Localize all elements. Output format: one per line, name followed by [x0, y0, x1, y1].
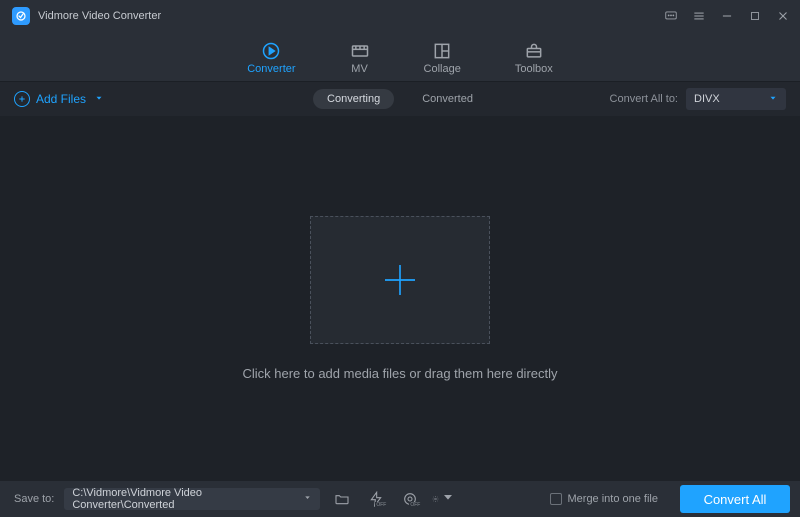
main-area: Click here to add media files or drag th… — [0, 116, 800, 481]
plus-circle-icon — [14, 91, 30, 107]
bottombar: Save to: C:\Vidmore\Vidmore Video Conver… — [0, 481, 800, 517]
status-segment: Converting Converted — [313, 89, 487, 109]
titlebar-right — [664, 9, 790, 23]
chevron-down-icon — [303, 493, 312, 505]
minimize-button[interactable] — [720, 9, 734, 23]
chevron-down-icon — [94, 92, 104, 106]
titlebar: Vidmore Video Converter — [0, 0, 800, 32]
open-folder-button[interactable] — [330, 488, 354, 510]
tab-collage-label: Collage — [424, 63, 461, 75]
titlebar-left: Vidmore Video Converter — [12, 7, 161, 25]
format-selected-value: DIVX — [694, 93, 720, 105]
chevron-down-icon — [768, 93, 778, 106]
menu-icon[interactable] — [692, 9, 706, 23]
chevron-down-icon — [440, 489, 456, 510]
merge-label: Merge into one file — [568, 493, 659, 505]
save-path-value: C:\Vidmore\Vidmore Video Converter\Conve… — [72, 487, 303, 511]
save-path-select[interactable]: C:\Vidmore\Vidmore Video Converter\Conve… — [64, 488, 320, 510]
convert-all-to: Convert All to: DIVX — [610, 88, 786, 110]
hardware-accel-button[interactable]: OFF — [364, 488, 388, 510]
converter-icon — [261, 41, 281, 61]
app-title: Vidmore Video Converter — [38, 10, 161, 22]
tab-converter[interactable]: Converter — [247, 39, 295, 75]
merge-checkbox[interactable]: Merge into one file — [550, 493, 659, 505]
add-files-button[interactable]: Add Files — [14, 91, 104, 107]
add-files-label: Add Files — [36, 92, 86, 106]
tab-mv-label: MV — [351, 63, 368, 75]
close-button[interactable] — [776, 9, 790, 23]
checkbox-icon — [550, 493, 562, 505]
subbar: Add Files Converting Converted Convert A… — [0, 82, 800, 116]
top-tabs: Converter MV Collage Toolbox — [0, 32, 800, 82]
collage-icon — [432, 41, 452, 61]
dropzone[interactable] — [310, 216, 490, 344]
save-to-label: Save to: — [14, 493, 54, 505]
format-select[interactable]: DIVX — [686, 88, 786, 110]
convert-all-to-label: Convert All to: — [610, 93, 678, 105]
drop-hint: Click here to add media files or drag th… — [242, 366, 557, 381]
tab-toolbox[interactable]: Toolbox — [515, 39, 553, 75]
off-badge: OFF — [375, 502, 387, 508]
tab-collage[interactable]: Collage — [424, 39, 461, 75]
convert-all-button[interactable]: Convert All — [680, 485, 790, 513]
off-badge: OFF — [409, 502, 421, 508]
toolbox-icon — [524, 41, 544, 61]
segment-converted[interactable]: Converted — [408, 89, 487, 109]
tab-toolbox-label: Toolbox — [515, 63, 553, 75]
tab-mv[interactable]: MV — [350, 39, 370, 75]
settings-button[interactable] — [432, 488, 456, 510]
maximize-button[interactable] — [748, 9, 762, 23]
high-speed-button[interactable]: OFF — [398, 488, 422, 510]
app-logo-icon — [12, 7, 30, 25]
tab-converter-label: Converter — [247, 63, 295, 75]
feedback-icon[interactable] — [664, 9, 678, 23]
segment-converting[interactable]: Converting — [313, 89, 394, 109]
mv-icon — [350, 41, 370, 61]
